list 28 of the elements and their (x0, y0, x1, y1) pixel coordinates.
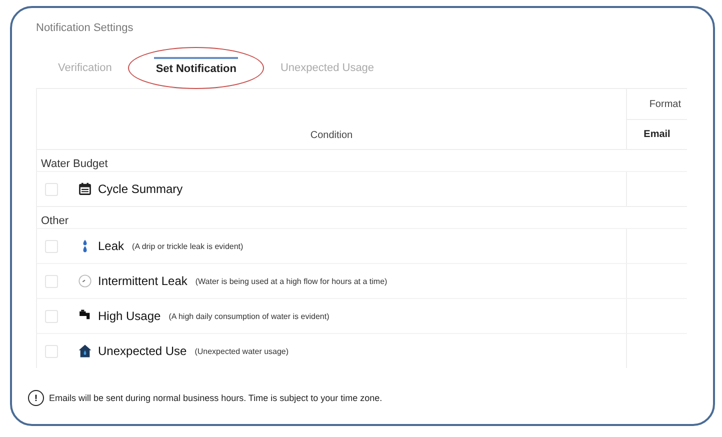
calendar-icon (78, 182, 92, 196)
column-header: Format (627, 89, 687, 120)
condition-note: (A high daily consumption of water is evident) (168, 312, 330, 320)
condition-note: (Water is being used at a high flow for hours at a time) (195, 276, 388, 286)
tab[interactable]: Unexpected Usage (278, 58, 376, 78)
condition-note: (A drip or trickle leak is evident) (132, 242, 244, 250)
house-icon (78, 344, 92, 358)
checkbox[interactable] (45, 310, 58, 322)
condition-note: (Unexpected water usage) (194, 346, 289, 356)
checkbox[interactable] (45, 274, 58, 288)
condition-name: High Usage (98, 309, 161, 323)
condition-name: Cycle Summary (98, 182, 183, 196)
column-header: Email (642, 128, 672, 142)
info-icon: ! (28, 390, 44, 406)
condition-name: Intermittent Leak (98, 274, 188, 288)
tab[interactable]: Verification (56, 58, 114, 78)
gauge-icon (78, 274, 92, 288)
column-header: Condition (309, 129, 354, 143)
footer-note: Emails will be sent during normal business hours. Time is subject to your time zone. (49, 393, 382, 403)
section-header: Other (37, 206, 687, 228)
checkbox[interactable] (45, 240, 58, 252)
checkbox[interactable] (45, 182, 58, 196)
checkbox[interactable] (45, 344, 58, 358)
section-header: Water Budget (37, 149, 687, 171)
condition-name: Leak (98, 239, 124, 253)
tab[interactable]: Set Notification (154, 57, 238, 79)
panel-title: Notification Settings (36, 22, 134, 34)
condition-name: Unexpected Use (98, 344, 187, 358)
